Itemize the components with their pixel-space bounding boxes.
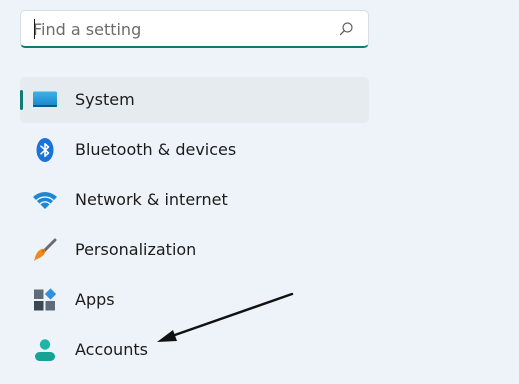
search-box[interactable] xyxy=(20,10,369,48)
text-caret xyxy=(34,19,35,39)
brush-icon xyxy=(34,238,57,261)
nav-item-network[interactable]: Network & internet xyxy=(20,177,369,223)
nav-item-personalization[interactable]: Personalization xyxy=(20,227,369,273)
nav-item-system[interactable]: System xyxy=(20,77,369,123)
nav-item-label: Network & internet xyxy=(75,190,228,209)
search-icon[interactable] xyxy=(338,21,354,37)
system-icon xyxy=(33,91,57,107)
nav-item-label: System xyxy=(75,90,135,109)
settings-nav: System Bluetooth & devices Network & int… xyxy=(20,77,369,377)
wifi-icon xyxy=(33,192,57,209)
nav-item-label: Accounts xyxy=(75,340,148,359)
nav-item-bluetooth[interactable]: Bluetooth & devices xyxy=(20,127,369,173)
nav-item-label: Apps xyxy=(75,290,115,309)
nav-item-label: Personalization xyxy=(75,240,197,259)
search-input[interactable] xyxy=(33,17,323,41)
accounts-icon xyxy=(35,339,55,361)
apps-icon xyxy=(34,288,57,311)
nav-item-accounts[interactable]: Accounts xyxy=(20,327,369,373)
bluetooth-icon xyxy=(36,138,54,162)
nav-item-apps[interactable]: Apps xyxy=(20,277,369,323)
selected-indicator xyxy=(20,90,23,110)
nav-item-label: Bluetooth & devices xyxy=(75,140,237,159)
